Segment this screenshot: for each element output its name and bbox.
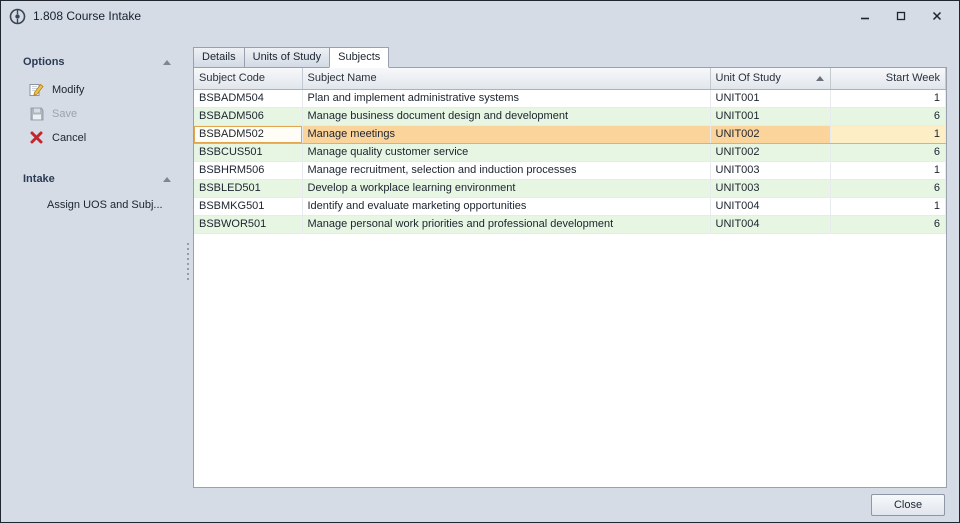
sidebar-splitter[interactable] [183,31,193,522]
cell-unit-of-study[interactable]: UNIT002 [710,125,830,143]
cell-start-week[interactable]: 1 [830,161,946,179]
collapse-arrow-icon [163,177,171,182]
table-row[interactable]: BSBWOR501 Manage personal work prioritie… [194,215,946,233]
table-row[interactable]: BSBMKG501 Identify and evaluate marketin… [194,197,946,215]
cancel-icon [29,130,44,145]
cell-subject-code[interactable]: BSBADM504 [194,89,302,107]
tab-units-of-study[interactable]: Units of Study [244,47,330,68]
cell-start-week[interactable]: 6 [830,179,946,197]
table-row[interactable]: BSBADM506 Manage business document desig… [194,107,946,125]
footer-bar: Close [193,488,947,522]
cancel-button[interactable]: Cancel [19,127,177,148]
close-window-button[interactable] [919,4,955,28]
app-icon [9,8,26,25]
options-group: Options Modify [19,53,177,148]
cell-start-week[interactable]: 6 [830,143,946,161]
cell-unit-of-study[interactable]: UNIT003 [710,179,830,197]
assign-uos-subjects-link[interactable]: Assign UOS and Subj... [19,196,177,214]
cell-start-week[interactable]: 6 [830,215,946,233]
cell-subject-code[interactable]: BSBCUS501 [194,143,302,161]
intake-group: Intake Assign UOS and Subj... [19,170,177,214]
tab-strip: Details Units of Study Subjects [193,47,947,68]
cell-subject-name[interactable]: Manage recruitment, selection and induct… [302,161,710,179]
tab-subjects[interactable]: Subjects [329,47,389,68]
column-header-unit-of-study-label: Unit Of Study [716,72,781,84]
pencil-icon [29,82,44,97]
table-row[interactable]: BSBCUS501 Manage quality customer servic… [194,143,946,161]
cell-subject-name[interactable]: Manage personal work priorities and prof… [302,215,710,233]
cell-subject-code[interactable]: BSBHRM506 [194,161,302,179]
cell-start-week[interactable]: 6 [830,107,946,125]
options-group-header[interactable]: Options [19,53,177,71]
main-panel: Details Units of Study Subjects Subjec [193,31,959,522]
cell-subject-name[interactable]: Manage business document design and deve… [302,107,710,125]
column-header-start-week[interactable]: Start Week [830,68,946,89]
course-intake-window: 1.808 Course Intake Options [0,0,960,523]
save-icon [29,106,44,121]
modify-label: Modify [52,84,84,96]
table-row-selected[interactable]: BSBADM502 Manage meetings UNIT002 1 [194,125,946,143]
table-row[interactable]: BSBADM504 Plan and implement administrat… [194,89,946,107]
intake-group-label: Intake [23,173,55,185]
cell-subject-name[interactable]: Plan and implement administrative system… [302,89,710,107]
window-title: 1.808 Course Intake [33,9,141,23]
sidebar: Options Modify [1,31,183,522]
cell-subject-name[interactable]: Develop a workplace learning environment [302,179,710,197]
cell-unit-of-study[interactable]: UNIT001 [710,107,830,125]
cell-subject-name[interactable]: Identify and evaluate marketing opportun… [302,197,710,215]
column-header-unit-of-study[interactable]: Unit Of Study [710,68,830,89]
column-header-subject-code[interactable]: Subject Code [194,68,302,89]
modify-button[interactable]: Modify [19,79,177,100]
column-header-subject-name[interactable]: Subject Name [302,68,710,89]
table-row[interactable]: BSBLED501 Develop a workplace learning e… [194,179,946,197]
tab-details[interactable]: Details [193,47,245,68]
tab-details-label: Details [202,51,236,63]
cell-subject-name[interactable]: Manage meetings [302,125,710,143]
cell-subject-code[interactable]: BSBLED501 [194,179,302,197]
maximize-button[interactable] [883,4,919,28]
cell-subject-name[interactable]: Manage quality customer service [302,143,710,161]
assign-uos-subjects-label: Assign UOS and Subj... [47,199,163,211]
options-group-label: Options [23,56,65,68]
cell-unit-of-study[interactable]: UNIT003 [710,161,830,179]
splitter-grip-icon [187,243,189,522]
cell-subject-code[interactable]: BSBADM502 [194,125,302,143]
table-row[interactable]: BSBHRM506 Manage recruitment, selection … [194,161,946,179]
cell-start-week[interactable]: 1 [830,197,946,215]
subjects-table: Subject Code Subject Name Unit Of Study … [194,68,946,234]
save-label: Save [52,108,77,120]
titlebar: 1.808 Course Intake [1,1,959,31]
table-header-row: Subject Code Subject Name Unit Of Study … [194,68,946,89]
cell-subject-code[interactable]: BSBWOR501 [194,215,302,233]
tab-units-of-study-label: Units of Study [253,51,321,63]
cell-subject-code[interactable]: BSBADM506 [194,107,302,125]
sort-asc-icon [816,76,824,81]
subjects-grid: Subject Code Subject Name Unit Of Study … [193,67,947,488]
intake-group-header[interactable]: Intake [19,170,177,188]
cell-unit-of-study[interactable]: UNIT004 [710,197,830,215]
cell-unit-of-study[interactable]: UNIT002 [710,143,830,161]
collapse-arrow-icon [163,60,171,65]
cell-unit-of-study[interactable]: UNIT004 [710,215,830,233]
close-button[interactable]: Close [871,494,945,516]
cell-start-week[interactable]: 1 [830,89,946,107]
window-body: Options Modify [1,31,959,522]
cell-unit-of-study[interactable]: UNIT001 [710,89,830,107]
cell-start-week[interactable]: 1 [830,125,946,143]
save-button[interactable]: Save [19,103,177,124]
tab-subjects-label: Subjects [338,51,380,63]
cell-subject-code[interactable]: BSBMKG501 [194,197,302,215]
minimize-button[interactable] [847,4,883,28]
window-controls [847,4,955,28]
cancel-label: Cancel [52,132,86,144]
